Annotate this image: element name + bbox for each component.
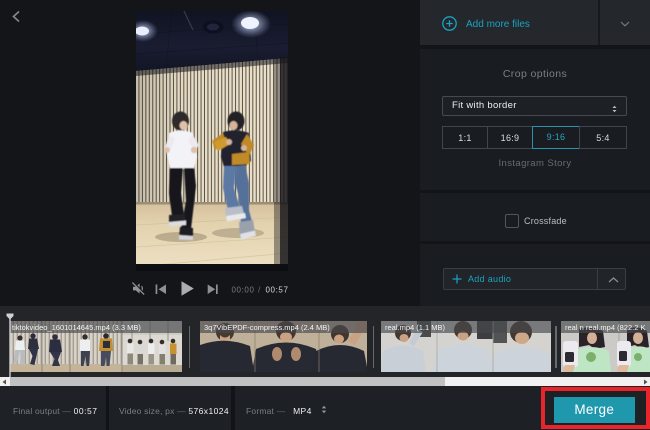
svg-text:00:57: 00:57 [266, 286, 289, 295]
svg-text:00:00: 00:00 [232, 286, 255, 295]
svg-text:/: / [258, 285, 261, 295]
